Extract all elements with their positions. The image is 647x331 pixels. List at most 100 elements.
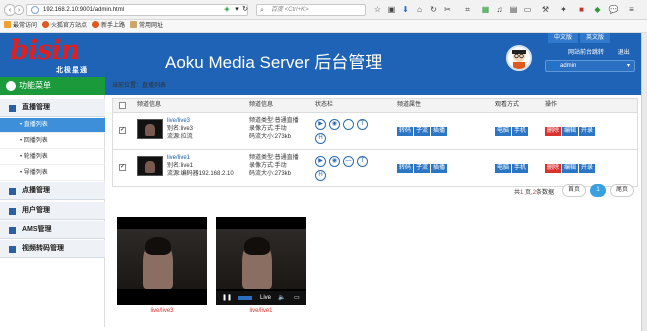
video-player[interactable] (117, 217, 207, 305)
addon-green-icon[interactable]: ◆ (592, 4, 603, 15)
address-bar[interactable]: 192.168.2.10:9001/admin.html ◈ ▾ ↻ (26, 4, 248, 16)
mobile-watch-tag[interactable]: 手机 (512, 164, 529, 173)
play-circle-icon[interactable]: ▶ (315, 156, 326, 167)
bookmark-common[interactable]: 常用网址 (130, 20, 163, 33)
row-checkbox[interactable]: ✓ (119, 127, 126, 134)
t-circle-icon[interactable]: T (357, 119, 368, 130)
bookmark-newbie[interactable]: 新手上路 (92, 20, 125, 33)
video-controls: ❚❚ Live 🔈 ▭ (216, 291, 306, 305)
reload-icon[interactable]: ↻ (241, 6, 249, 14)
lang-cn-button[interactable]: 中文版 (548, 33, 579, 43)
insert-tag[interactable]: 插播 (431, 164, 448, 173)
fullscreen-icon[interactable]: ▭ (294, 291, 300, 305)
sidebar-group-ams[interactable]: AMS管理 (0, 221, 105, 239)
transcode-tag[interactable]: 转码 (397, 164, 414, 173)
pc-watch-tag[interactable]: 电脑 (495, 127, 512, 136)
folder-icon (130, 21, 137, 28)
record-button[interactable]: 开录 (579, 127, 596, 136)
sidebar-group-vod[interactable]: 点播管理 (0, 182, 105, 200)
current-page-button[interactable]: 1 (590, 184, 606, 197)
t-circle-icon[interactable]: T (357, 156, 368, 167)
edit-button[interactable]: 编辑 (562, 127, 579, 136)
avatar (506, 45, 532, 71)
channel-name-link[interactable]: live/live3 (167, 117, 193, 125)
h-circle-icon[interactable]: H (315, 133, 326, 144)
breadcrumb: 当前位置：直播列表 (112, 83, 167, 89)
sidebar-group-users[interactable]: 用户管理 (0, 202, 105, 220)
bus-icon[interactable]: ▤ (508, 4, 519, 15)
front-link[interactable]: 网站前台跳转 (568, 50, 604, 56)
sidebar-item-director-list[interactable]: • 导播列表 (0, 166, 105, 181)
menu-icon[interactable]: ≡ (626, 4, 637, 15)
mobile-watch-tag[interactable]: 手机 (512, 127, 529, 136)
progress-bar[interactable] (238, 296, 252, 300)
search-placeholder: 百度 <Ctrl+K> (271, 7, 309, 13)
tools-icon[interactable]: ⚒ (540, 4, 551, 15)
sync-icon[interactable]: ↻ (428, 4, 439, 15)
clipboard-icon[interactable]: ▣ (386, 4, 397, 15)
lang-en-button[interactable]: 英文版 (580, 33, 611, 43)
download-icon[interactable]: ⬇ (400, 4, 411, 15)
user-dropdown[interactable]: 👤 admin ▾ (545, 60, 635, 72)
h-circle-icon[interactable]: H (315, 170, 326, 181)
scissors-icon[interactable]: ✂ (442, 4, 453, 15)
camera-circle-icon[interactable]: ◉ (329, 156, 340, 167)
language-switch: 中文版 英文版 (548, 33, 611, 43)
pc-watch-tag[interactable]: 电脑 (495, 164, 512, 173)
sidebar-group-transcode[interactable]: 视频转码管理 (0, 240, 105, 258)
star-icon[interactable]: ☆ (372, 4, 383, 15)
scrollbar[interactable] (641, 33, 647, 331)
pause-icon[interactable]: ❚❚ (222, 291, 232, 305)
insert-tag[interactable]: 插播 (431, 127, 448, 136)
channel-alias: 别名:live1 (167, 163, 194, 169)
browser-toolbar: ‹ › 192.168.2.10:9001/admin.html ◈ ▾ ↻ ⌕… (0, 0, 647, 20)
volume-icon[interactable]: 🔈 (278, 291, 285, 305)
forward-icon[interactable]: › (14, 5, 24, 15)
delete-button[interactable]: 删除 (545, 127, 562, 136)
empty-circle-icon[interactable] (343, 119, 354, 130)
minus-circle-icon[interactable]: — (343, 156, 354, 167)
sidebar-item-live-list[interactable]: • 直播列表 (0, 118, 105, 133)
edit-button[interactable]: 编辑 (562, 164, 579, 173)
select-all-checkbox[interactable] (119, 102, 126, 109)
play-circle-icon[interactable]: ▶ (315, 119, 326, 130)
record-button[interactable]: 开录 (579, 164, 596, 173)
first-page-button[interactable]: 首页 (562, 184, 586, 197)
dropdown-icon[interactable]: ▾ (233, 6, 241, 14)
bookmark-firefox[interactable]: 火狐官方站点 (42, 20, 87, 33)
screen-icon[interactable]: ▭ (522, 4, 533, 15)
table-row: ✓ live/live3 别名:live3 流源:拉流 频道类型:普通直播 录像… (112, 113, 638, 150)
video-player[interactable]: ❚❚ Live 🔈 ▭ (216, 217, 306, 305)
puzzle-icon[interactable]: ✦ (558, 4, 569, 15)
search-input[interactable]: ⌕ 百度 <Ctrl+K> (256, 4, 366, 16)
delete-button[interactable]: 删除 (545, 164, 562, 173)
bookmark-icon (4, 21, 11, 28)
substream-tag[interactable]: 子流 (414, 164, 431, 173)
page-title: Aoku Media Server 后台管理 (165, 53, 383, 72)
bitrate: 码流大小:273kb (249, 134, 292, 140)
transcode-tag[interactable]: 转码 (397, 127, 414, 136)
sidebar-item-carousel-list[interactable]: • 轮播列表 (0, 150, 105, 165)
sidebar-item-replay-list[interactable]: • 回播列表 (0, 134, 105, 149)
substream-tag[interactable]: 子流 (414, 127, 431, 136)
folder-icon (9, 246, 16, 253)
crop-icon[interactable]: ⌗ (462, 4, 473, 15)
chat-icon[interactable]: 💬 (608, 4, 619, 15)
last-page-button[interactable]: 尾页 (610, 184, 634, 197)
user-name: admin (560, 63, 577, 69)
channel-name-link[interactable]: live/live1 (167, 154, 234, 162)
home-icon[interactable]: ⌂ (414, 4, 425, 15)
bookmark-most-visited[interactable]: 最常访问 (4, 20, 37, 33)
column-header: 状态栏 (315, 102, 334, 108)
column-header: 频道信息 (249, 102, 274, 108)
grid-icon[interactable]: ▦ (480, 4, 491, 15)
row-checkbox[interactable]: ✓ (119, 164, 126, 171)
shield-icon[interactable]: ◈ (223, 6, 231, 14)
camera-circle-icon[interactable]: ◉ (329, 119, 340, 130)
addon-icon[interactable]: ■ (576, 4, 587, 15)
record-mode: 录像方式:手动 (249, 163, 287, 169)
sidebar-group-live[interactable]: 直播管理 (0, 99, 105, 117)
music-icon[interactable]: ♫ (494, 4, 505, 15)
logout-link[interactable]: 退出 (618, 50, 630, 56)
channel-source: 流源:拉流 (167, 134, 193, 140)
